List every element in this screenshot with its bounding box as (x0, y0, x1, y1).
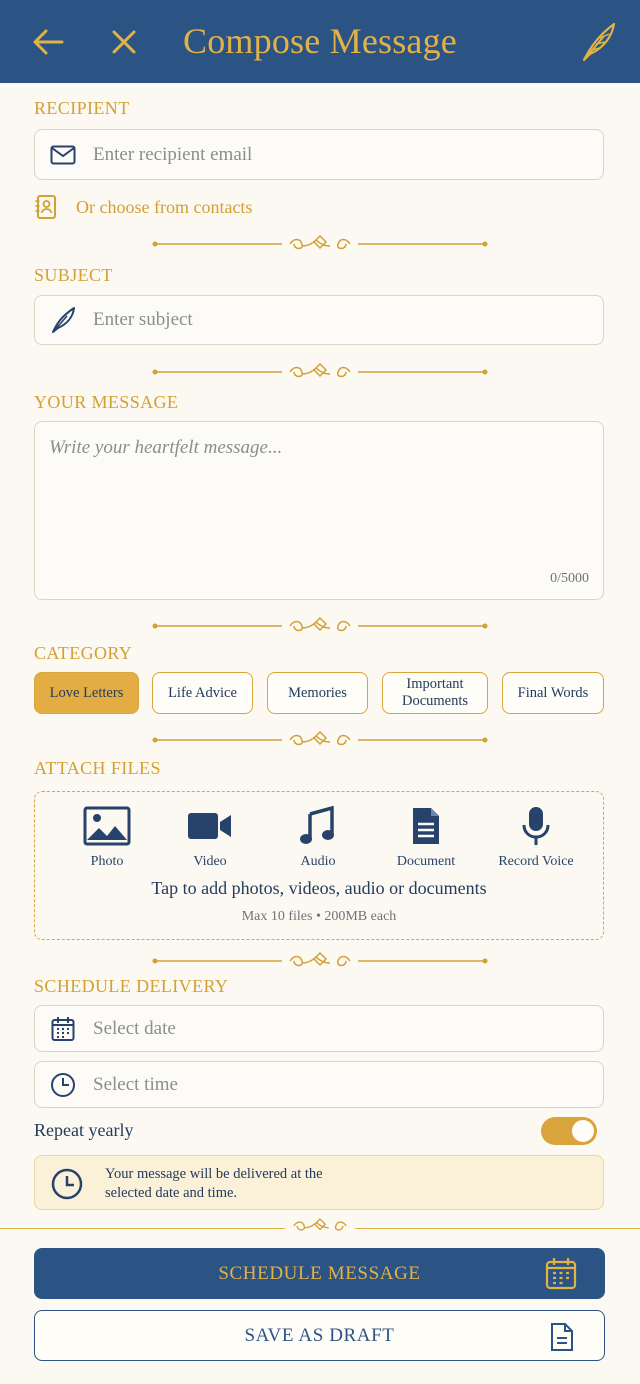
calendar-icon (545, 1258, 577, 1290)
time-placeholder: Select time (93, 1073, 178, 1095)
contacts-link-label: Or choose from contacts (76, 196, 253, 217)
subject-placeholder: Enter subject (93, 309, 193, 330)
chip-final-words[interactable]: Final Words (502, 672, 604, 714)
attach-limit: Max 10 files • 200MB each (241, 909, 397, 924)
chip-love-letters[interactable]: Love Letters (34, 672, 139, 714)
document-icon (551, 1323, 573, 1351)
save-draft-label: SAVE AS DRAFT (244, 1324, 395, 1346)
repeat-yearly-label: Repeat yearly (34, 1120, 134, 1140)
date-placeholder: Select date (93, 1017, 176, 1039)
attach-hint: Tap to add photos, videos, audio or docu… (151, 878, 487, 898)
attach-document-button[interactable]: Document (376, 804, 476, 870)
attach-photo-button[interactable]: Photo (57, 804, 157, 870)
ornament-divider (152, 951, 488, 967)
recipient-email-field[interactable]: Enter recipient email (34, 129, 604, 180)
record-voice-button[interactable]: Record Voice (486, 804, 586, 870)
date-picker-field[interactable]: Select date (34, 1005, 604, 1052)
clock-icon (51, 1168, 83, 1205)
mail-icon (49, 141, 77, 169)
recipient-label: RECIPIENT (34, 98, 130, 118)
category-label: CATEGORY (34, 643, 133, 663)
time-picker-field[interactable]: Select time (34, 1061, 604, 1108)
toggle-knob (572, 1120, 594, 1142)
recipient-placeholder: Enter recipient email (93, 143, 253, 165)
ornament-divider (152, 234, 488, 250)
message-textarea[interactable]: Write your heartfelt message... 0/5000 (34, 421, 604, 600)
attach-label: ATTACH FILES (34, 758, 161, 778)
attach-video-label: Video (193, 854, 227, 869)
subject-field[interactable]: Enter subject (34, 295, 604, 345)
chip-important-documents[interactable]: Important Documents (382, 672, 488, 714)
attach-document-label: Document (396, 854, 456, 869)
feather-icon (49, 306, 77, 334)
quill-button[interactable] (578, 22, 618, 62)
attach-audio-button[interactable]: Audio (268, 804, 368, 870)
delivery-info-banner: Your message will be delivered at the se… (34, 1155, 604, 1210)
image-icon (57, 804, 157, 848)
ornament-divider (152, 362, 488, 378)
music-note-icon (268, 804, 368, 848)
character-counter: 0/5000 (550, 571, 589, 586)
attach-photo-label: Photo (90, 854, 124, 869)
attach-audio-label: Audio (300, 854, 336, 869)
microphone-icon (486, 804, 586, 848)
subject-label: SUBJECT (34, 265, 113, 285)
quill-icon (582, 22, 616, 62)
chip-memories[interactable]: Memories (267, 672, 368, 714)
ornament-divider (152, 616, 488, 632)
ornament-divider (152, 730, 488, 746)
save-draft-button[interactable]: SAVE AS DRAFT (34, 1310, 605, 1361)
delivery-info-text: Your message will be delivered at the se… (105, 1166, 323, 1201)
message-placeholder: Write your heartfelt message... (49, 437, 283, 458)
clock-icon (49, 1071, 77, 1099)
calendar-icon (49, 1015, 77, 1043)
page-title: Compose Message (183, 21, 457, 61)
repeat-yearly-toggle[interactable] (541, 1117, 597, 1145)
document-icon (376, 804, 476, 848)
ornament-divider (285, 1216, 355, 1236)
schedule-message-label: SCHEDULE MESSAGE (218, 1262, 421, 1284)
video-camera-icon (160, 804, 260, 848)
schedule-label: SCHEDULE DELIVERY (34, 976, 229, 996)
top-app-bar: Compose Message (0, 0, 640, 83)
record-voice-label: Record Voice (498, 854, 574, 869)
choose-contacts-link[interactable]: Or choose from contacts (34, 194, 252, 220)
message-label: YOUR MESSAGE (34, 392, 179, 412)
chip-life-advice[interactable]: Life Advice (152, 672, 253, 714)
contacts-book-icon (35, 195, 56, 219)
attach-video-button[interactable]: Video (160, 804, 260, 870)
schedule-message-button[interactable]: SCHEDULE MESSAGE (34, 1248, 605, 1299)
